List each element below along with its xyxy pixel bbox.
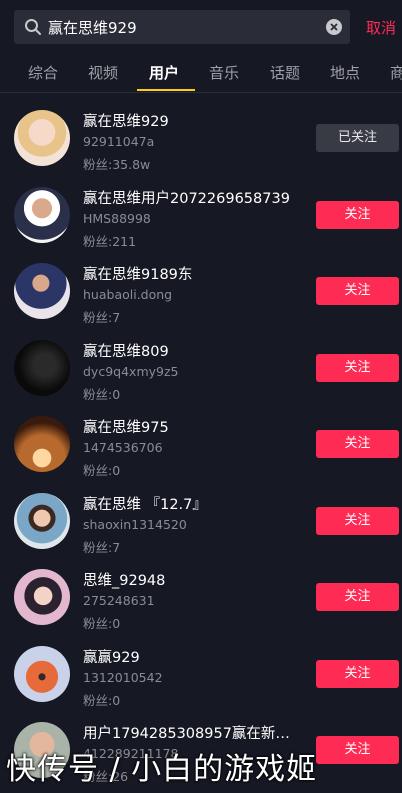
tab-videos[interactable]: 视频 <box>88 62 118 83</box>
search-icon <box>25 19 41 35</box>
follower-count: 粉丝:0 <box>83 692 121 708</box>
user-name: 思维_92948 <box>83 573 166 589</box>
user-avatar[interactable] <box>14 645 70 702</box>
clear-icon[interactable] <box>326 19 342 35</box>
user-avatar[interactable] <box>14 263 70 319</box>
user-avatar[interactable] <box>14 339 70 396</box>
user-id: 92911047a <box>83 134 155 149</box>
follower-count: 粉丝:7 <box>83 310 121 325</box>
follower-count: 粉丝:0 <box>83 386 121 402</box>
user-avatar[interactable] <box>14 492 70 549</box>
user-name: 赢在思维9189东 <box>83 267 193 283</box>
user-id: huabaoli.dong <box>83 287 173 302</box>
follower-count: 粉丝:0 <box>83 463 121 478</box>
follower-count: 粉丝:211 <box>83 233 137 249</box>
following-button[interactable]: 已关注 <box>316 124 399 152</box>
user-id: HMS88998 <box>83 210 151 226</box>
user-row[interactable]: 赢在思维975 1474536706 粉丝:0 关注 <box>0 402 402 478</box>
user-id: 1312010542 <box>83 669 163 685</box>
user-avatar[interactable] <box>14 416 70 472</box>
user-row[interactable]: 赢在思维809 dyc9q4xmy9z5 粉丝:0 关注 <box>0 326 402 402</box>
follower-count: 粉丝:35.8w <box>83 157 151 172</box>
tab-users[interactable]: 用户 <box>149 62 179 83</box>
follow-button[interactable]: 关注 <box>316 583 399 611</box>
user-name: 赢赢929 <box>83 649 140 666</box>
follow-button[interactable]: 关注 <box>316 200 399 229</box>
tab-topics[interactable]: 话题 <box>270 62 300 83</box>
follow-button[interactable]: 关注 <box>316 353 399 382</box>
user-avatar[interactable] <box>14 110 70 166</box>
user-name: 用户1794285308957赢在新… <box>83 726 290 742</box>
user-name: 赢在思维975 <box>83 420 169 436</box>
user-name: 赢在思维 『12.7』 <box>83 496 207 513</box>
user-row[interactable]: 赢在思维929 92911047a 粉丝:35.8w 已关注 <box>0 96 402 172</box>
follow-button[interactable]: 关注 <box>316 277 399 305</box>
tab-comprehensive[interactable]: 综合 <box>28 62 58 83</box>
search-query[interactable]: 赢在思维929 <box>48 17 137 38</box>
user-id: dyc9q4xmy9z5 <box>83 363 179 379</box>
follower-count: 粉丝:0 <box>83 616 121 631</box>
search-bar: 赢在思维929 取消 <box>0 0 402 52</box>
user-id: 275248631 <box>83 593 155 608</box>
tab-music[interactable]: 音乐 <box>209 62 239 83</box>
user-row[interactable]: 赢赢929 1312010542 粉丝:0 关注 <box>0 632 402 708</box>
follow-button[interactable]: 关注 <box>316 506 399 535</box>
user-avatar[interactable] <box>14 186 70 243</box>
user-name: 赢在思维809 <box>83 343 169 360</box>
cancel-button[interactable]: 取消 <box>366 17 396 38</box>
user-row[interactable]: 赢在思维9189东 huabaoli.dong 粉丝:7 关注 <box>0 249 402 325</box>
search-input[interactable]: 赢在思维929 <box>14 10 350 44</box>
user-name: 赢在思维929 <box>83 114 169 130</box>
user-id: 1474536706 <box>83 440 163 455</box>
user-avatar[interactable] <box>14 569 70 625</box>
user-id: shaoxin1314520 <box>83 516 187 532</box>
tab-places[interactable]: 地点 <box>330 62 360 83</box>
follow-button[interactable]: 关注 <box>316 659 399 688</box>
follower-count: 粉丝:7 <box>83 539 121 555</box>
user-row[interactable]: 赢在思维用户2072269658739 HMS88998 粉丝:211 关注 <box>0 173 402 249</box>
tab-shop[interactable]: 商 <box>390 62 402 83</box>
user-name: 赢在思维用户2072269658739 <box>83 190 290 207</box>
watermark-text: 快传号 / 小白的游戏姬 <box>6 752 318 787</box>
category-tabs: 综合 视频 用户 音乐 话题 地点 商 <box>0 52 402 93</box>
user-row[interactable]: 赢在思维 『12.7』 shaoxin1314520 粉丝:7 关注 <box>0 479 402 555</box>
active-tab-indicator <box>137 89 195 91</box>
follow-button[interactable]: 关注 <box>316 430 399 458</box>
user-row[interactable]: 思维_92948 275248631 粉丝:0 关注 <box>0 555 402 631</box>
